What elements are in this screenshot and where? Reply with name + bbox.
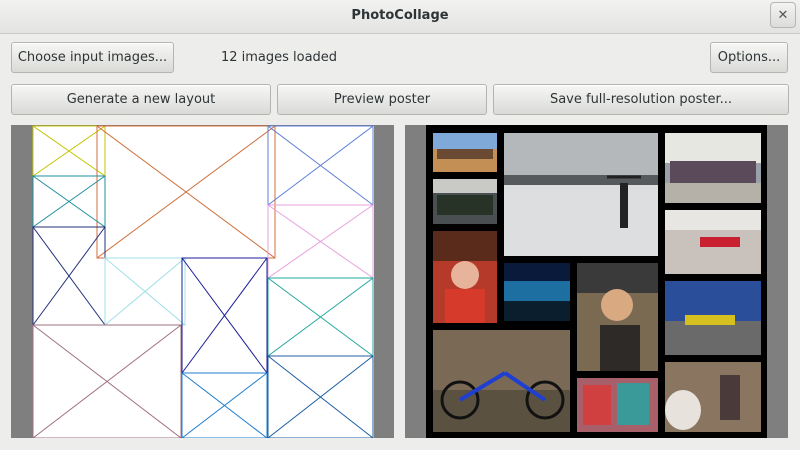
photo-night-show xyxy=(504,263,570,321)
photo-street-art xyxy=(577,378,658,432)
generate-layout-button[interactable]: Generate a new layout xyxy=(11,84,271,115)
save-poster-button[interactable]: Save full-resolution poster... xyxy=(493,84,789,115)
photo-baby-portrait xyxy=(433,231,497,323)
photo-cave-figure xyxy=(665,362,761,432)
layout-wireframe-canvas xyxy=(32,125,374,438)
close-icon: ✕ xyxy=(777,7,789,23)
photo-blue-bicycle xyxy=(433,330,570,432)
options-button[interactable]: Options... xyxy=(710,42,788,73)
window-title: PhotoCollage xyxy=(351,8,449,23)
photo-plaza-group xyxy=(433,179,497,224)
poster-canvas xyxy=(426,125,767,438)
layout-canvas xyxy=(33,126,374,438)
photo-sunglasses-portrait xyxy=(577,263,658,371)
title-bar: PhotoCollage ✕ xyxy=(0,0,800,34)
images-loaded-status: 12 images loaded xyxy=(220,50,338,65)
photo-wristband xyxy=(665,210,761,274)
close-button[interactable]: ✕ xyxy=(770,2,796,28)
photo-beach-group xyxy=(433,133,497,172)
preview-poster-button[interactable]: Preview poster xyxy=(277,84,487,115)
choose-input-images-button[interactable]: Choose input images... xyxy=(11,42,174,73)
poster-preview-panel xyxy=(405,125,788,438)
photo-snow-jump xyxy=(504,133,658,256)
photo-parade xyxy=(665,281,761,355)
layout-preview-panel xyxy=(11,125,394,438)
photo-monument-group xyxy=(665,133,761,203)
